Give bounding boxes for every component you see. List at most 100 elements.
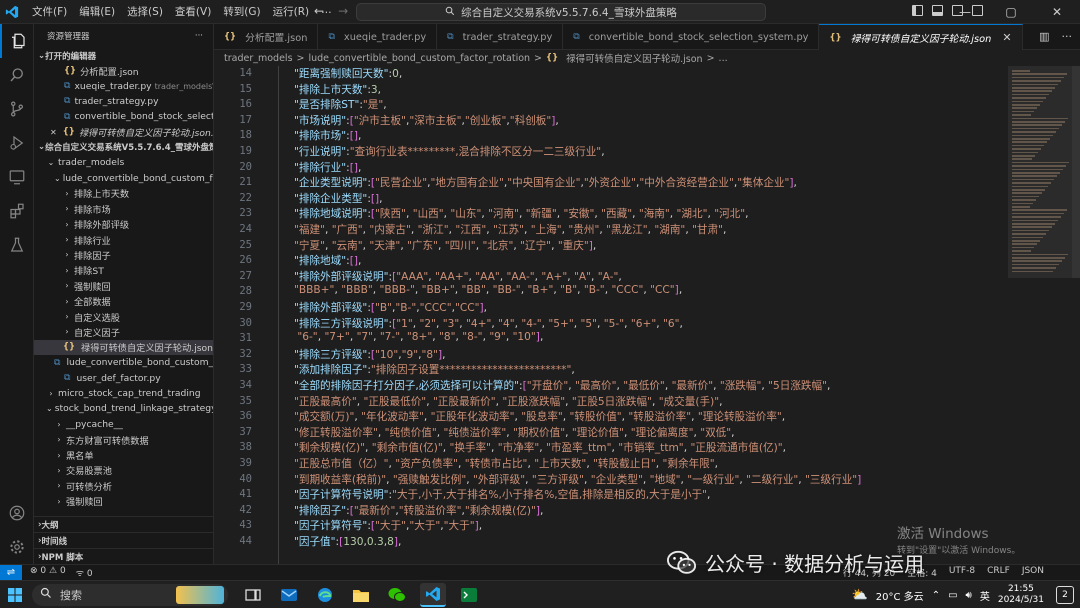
line-ending[interactable]: CRLF [987,566,1010,579]
extensions-icon[interactable] [0,194,34,228]
problems-indicator[interactable]: ⊗ 0 ⚠ 0 [30,566,66,579]
task-view-icon[interactable] [240,583,266,607]
search-sidebar-icon[interactable] [0,58,34,92]
vscode-app-icon[interactable] [420,582,446,607]
testing-flask-icon[interactable] [0,228,34,262]
editor-tab[interactable]: ⧉ convertible_bond_stock_selection_system… [563,24,820,50]
command-center[interactable]: 综合自定义交易系统v5.5.7.6.4_雪球外盘策略 [356,3,766,21]
run-debug-icon[interactable] [0,126,34,160]
menu-run[interactable]: 运行(R) [267,4,316,19]
tree-item[interactable]: › 东方财富可转债数据 [34,432,213,447]
tree-item[interactable]: › 自定义因子 [34,324,213,339]
minimap[interactable] [1008,66,1072,564]
editor-tab[interactable]: {} 分析配置.json [214,24,319,50]
ime-indicator[interactable]: 英 [980,588,990,603]
open-editor-item[interactable]: ⧉ trader_strategy.py [34,94,213,109]
menu-file[interactable]: 文件(F) [26,4,73,19]
tree-item[interactable]: › 自定义选股 [34,309,213,324]
editor-tab[interactable]: {} 禄得可转债自定义因子轮动.json ✕ [819,24,1023,50]
ports-indicator[interactable]: ᯤ 0 [76,566,93,579]
tree-item[interactable]: › micro_stock_cap_trend_trading [34,386,213,401]
open-editor-item[interactable]: ⧉ convertible_bond_stock_selecti... [34,109,213,124]
tree-item[interactable]: ⌄ stock_bond_trend_linkage_strategy [34,401,213,416]
tree-item[interactable]: › 排除行业 [34,232,213,247]
sidebar-more-button[interactable]: ··· [195,31,203,41]
remote-explorer-icon[interactable] [0,160,34,194]
tree-item[interactable]: › 强制赎回 [34,278,213,293]
close-icon[interactable]: ✕ [50,128,57,137]
breadcrumb-folder[interactable]: trader_models [224,53,293,64]
tree-item[interactable]: › 强制赎回 [34,494,213,509]
tree-item[interactable]: › 全部数据 [34,293,213,309]
tree-item[interactable]: ⧉ user_def_factor.py [34,370,213,385]
open-editor-item[interactable]: ⧉xueqie_trader.pytrader_models\... [34,78,213,93]
open-editor-item[interactable]: ✕ {} 禄得可转债自定义因子轮动.json... [34,125,213,140]
file-explorer-icon[interactable] [348,583,374,607]
open-editors-section[interactable]: ⌄ 打开的编辑器 [34,48,213,63]
back-arrow-icon[interactable]: ← [314,4,324,18]
account-icon[interactable] [0,496,34,530]
tree-item[interactable]: › 排除ST [34,263,213,278]
tree-item[interactable]: › 排除外部评级 [34,217,213,232]
weather-text[interactable]: 20°C 多云 [876,588,924,603]
editor-tab[interactable]: ⧉ trader_strategy.py [437,24,564,50]
timeline-section[interactable]: › 时间线 [34,532,213,548]
volume-icon[interactable]: 🔊︎ [966,590,972,601]
tree-item[interactable]: › 交易股票池 [34,463,213,478]
tree-item[interactable]: ⧉ lude_convertible_bond_custom_fa... [34,355,213,370]
toggle-sidebar-icon[interactable] [912,5,923,16]
breadcrumb-subfolder[interactable]: lude_convertible_bond_custom_factor_rota… [308,53,530,64]
settings-gear-icon[interactable] [0,530,34,564]
remote-indicator-icon[interactable]: ⇌ [0,564,22,581]
edge-browser-icon[interactable] [312,583,338,607]
vertical-scrollbar[interactable] [1072,66,1080,564]
npm-scripts-section[interactable]: › NPM 脚本 [34,548,213,564]
tree-item[interactable]: › 排除因子 [34,247,213,262]
outline-section[interactable]: › 大纲 [34,516,213,532]
clock[interactable]: 21:55 2024/5/31 [998,584,1044,606]
tree-item[interactable]: › 排除市场 [34,201,213,216]
project-section[interactable]: ⌄ 综合自定义交易系统V5.5.7.6.4_雪球外盘策略 [34,140,213,155]
network-icon[interactable]: ▭ [948,590,957,601]
close-window-icon[interactable]: ✕ [1034,0,1080,24]
tree-item[interactable]: › __pycache__ [34,417,213,432]
explorer-icon[interactable] [0,24,34,58]
menu-edit[interactable]: 编辑(E) [73,4,121,19]
tree-item[interactable]: {} 禄得可转债自定义因子轮动.json [34,339,213,356]
tree-item[interactable]: › 排除上市天数 [34,186,213,201]
wechat-app-icon[interactable] [384,583,410,607]
tree-item[interactable]: › 黑名单 [34,447,213,463]
breadcrumb-file[interactable]: 禄得可转债自定义因子轮动.json [566,51,702,65]
mail-icon[interactable] [276,583,302,607]
tree-item[interactable]: ⌄lude_convertible_bond_custom_fac... [34,170,213,185]
forward-arrow-icon[interactable]: → [338,4,348,18]
source-control-icon[interactable] [0,92,34,126]
menu-view[interactable]: 查看(V) [169,4,217,19]
more-actions-icon[interactable]: ··· [1062,30,1073,43]
breadcrumb-symbol[interactable]: ... [719,53,728,64]
minimize-icon[interactable]: — [942,0,988,24]
code-editor[interactable]: 14 "距离强制赎回天数":0, 15 "排除上市天数":3, 16 "是否排除ST":"… [214,66,1010,564]
scrollbar-thumb[interactable] [1072,66,1080,278]
tree-item[interactable]: › 可转债分析 [34,478,213,493]
notification-badge[interactable]: 2 [1056,586,1074,604]
code-line: "排除外部评级":["B","B-","CCC","CC"], [294,302,488,314]
taskbar-search[interactable]: 搜索 [32,583,228,606]
windows-start-icon[interactable] [0,581,30,608]
weather-cloud-icon[interactable]: ⛅ [852,588,868,603]
tree-item[interactable]: ⌄ trader_models [34,155,213,170]
menu-go[interactable]: 转到(G) [217,4,266,19]
close-tab-icon[interactable]: ✕ [1002,31,1011,44]
open-editor-item[interactable]: {} 分析配置.json [34,63,213,78]
encoding[interactable]: UTF-8 [949,566,975,579]
language-mode[interactable]: JSON [1022,566,1044,579]
terminal-app-icon[interactable] [456,583,482,607]
minimap-line [1012,178,1054,181]
project-label: 综合自定义交易系统V5.5.7.6.4_雪球外盘策略 [45,143,214,154]
editor-tab[interactable]: ⧉ xueqie_trader.py [318,24,438,50]
maximize-icon[interactable]: ▢ [988,0,1034,24]
menu-selection[interactable]: 选择(S) [121,4,169,19]
tray-overflow-icon[interactable]: ⌃ [932,590,940,601]
search-icon [40,587,52,602]
split-editor-icon[interactable]: ▥ [1039,30,1049,43]
